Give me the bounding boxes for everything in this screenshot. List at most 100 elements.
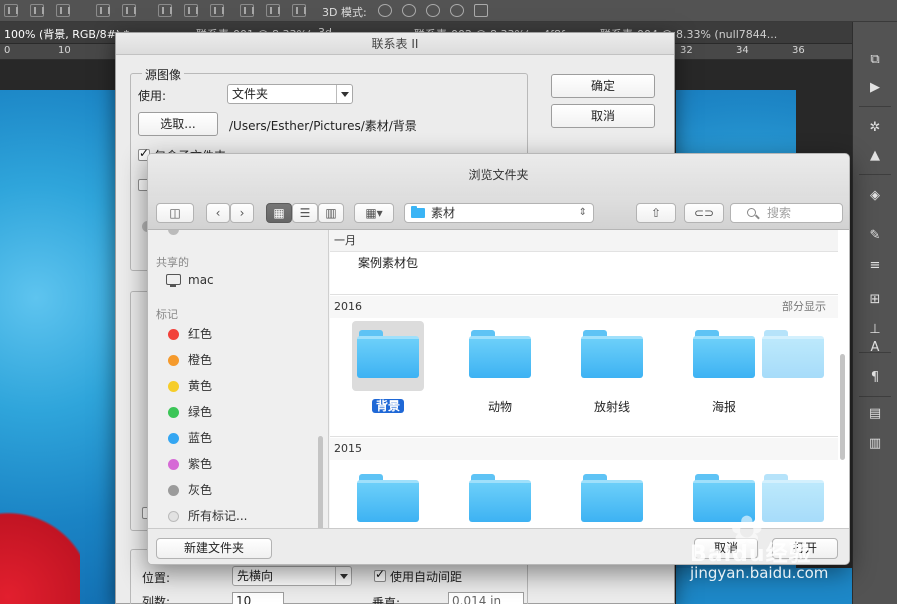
- folder-icon[interactable]: [693, 330, 755, 378]
- browse-folder-dialog: 浏览文件夹 ◫ ‹ › ▦ ☰ ▥ ▦▾ 素材 ⇕ ⇧ ⊂⊃ 搜索 共享的 ma…: [147, 153, 850, 565]
- folder-icon[interactable]: [581, 330, 643, 378]
- sidebar-item-label: 灰色: [188, 483, 213, 497]
- icon-view-icon[interactable]: ▦: [266, 203, 292, 223]
- search-input[interactable]: 搜索: [730, 203, 843, 223]
- distribute-middle-icon[interactable]: [184, 4, 198, 17]
- tag-dot-icon: [168, 511, 179, 522]
- choose-button[interactable]: 选取...: [138, 112, 218, 136]
- sidebar-tag-yellow[interactable]: 黄色: [166, 376, 316, 396]
- sidebar-tag-purple[interactable]: 紫色: [166, 454, 316, 474]
- position-select[interactable]: 先横向: [232, 566, 352, 586]
- vertical-label: 垂直:: [372, 596, 401, 604]
- video-camera-icon[interactable]: [474, 4, 488, 17]
- columns-input[interactable]: 10: [232, 592, 284, 604]
- auto-spacing-checkbox[interactable]: [374, 567, 386, 582]
- browse-title: 浏览文件夹: [148, 154, 849, 196]
- properties-icon[interactable]: ▥: [866, 436, 884, 452]
- drag-3d-icon[interactable]: [426, 4, 440, 17]
- folder-label: 放射线: [593, 400, 630, 414]
- folder-icon[interactable]: [357, 330, 419, 378]
- photo-left-part: [0, 90, 120, 604]
- distribute-top-icon[interactable]: [158, 4, 172, 17]
- adjustments-icon[interactable]: ✲: [866, 120, 884, 136]
- content-scrollbar[interactable]: [840, 354, 845, 460]
- tag-dot-icon: [168, 355, 179, 366]
- align-right-icon[interactable]: [56, 4, 70, 17]
- tag-icon[interactable]: ⊂⊃: [684, 203, 724, 223]
- character-icon[interactable]: A: [866, 340, 884, 356]
- folder-icon[interactable]: [357, 474, 419, 522]
- source-path: /Users/Esther/Pictures/素材/背景: [229, 119, 417, 133]
- ok-button[interactable]: 确定: [551, 74, 655, 98]
- location-popup[interactable]: 素材 ⇕: [404, 203, 594, 223]
- histogram-icon[interactable]: ▲: [866, 148, 884, 164]
- show-less-link[interactable]: 部分显示: [782, 296, 826, 318]
- distribute-bottom-icon[interactable]: [210, 4, 224, 17]
- notes-icon[interactable]: ▤: [866, 406, 884, 422]
- align-middle-icon[interactable]: [122, 4, 136, 17]
- use-select[interactable]: 文件夹: [227, 84, 353, 104]
- folder-icon: [411, 206, 425, 218]
- back-icon[interactable]: ‹: [206, 203, 230, 223]
- sidebar-partial-item: [168, 230, 179, 235]
- sidebar-scrollbar[interactable]: [318, 436, 323, 528]
- align-left-icon[interactable]: [4, 4, 18, 17]
- doc-tab-active[interactable]: 100% (背景, RGB/8#) *: [4, 26, 129, 42]
- list-item[interactable]: 案例素材包: [358, 254, 418, 271]
- new-folder-button[interactable]: 新建文件夹: [156, 538, 272, 559]
- arrange-icon[interactable]: ▦▾: [354, 203, 394, 223]
- auto-align-icon[interactable]: [292, 4, 306, 17]
- 3d-panel-icon[interactable]: ◈: [866, 188, 884, 204]
- sidebar-tag-gray[interactable]: 灰色: [166, 480, 316, 500]
- sidebar-tag-red[interactable]: 红色: [166, 324, 316, 344]
- sidebar-tag-green[interactable]: 绿色: [166, 402, 316, 422]
- dialog-title: 联系表 II: [116, 33, 674, 55]
- tool-presets-icon[interactable]: ⊥: [866, 322, 884, 338]
- align-center-icon[interactable]: [30, 4, 44, 17]
- folder-icon[interactable]: [762, 330, 824, 378]
- watermark: ✿ Baidu经验 jingyan.baidu.com: [690, 508, 850, 598]
- sidebar-item-label: 紫色: [188, 457, 213, 471]
- roll-3d-icon[interactable]: [402, 4, 416, 17]
- sidebar-tag-orange[interactable]: 橙色: [166, 350, 316, 370]
- clone-source-icon[interactable]: ⊞: [866, 292, 884, 308]
- folder-icon[interactable]: [469, 330, 531, 378]
- paragraph-icon[interactable]: ¶: [866, 370, 884, 386]
- search-icon: [747, 208, 756, 217]
- location-value: 素材: [431, 206, 456, 220]
- position-select-value: 先横向: [237, 569, 274, 583]
- sidebar-toggle-icon[interactable]: ◫: [156, 203, 194, 223]
- vertical-input[interactable]: 0.014 in: [448, 592, 524, 604]
- sidebar-tag-blue[interactable]: 蓝色: [166, 428, 316, 448]
- options-toolbar: 3D 模式:: [0, 0, 897, 22]
- shared-heading: 共享的: [156, 256, 189, 269]
- history-icon[interactable]: ⧉: [866, 52, 884, 68]
- rotate-3d-icon[interactable]: [378, 4, 392, 17]
- use-label: 使用:: [138, 89, 167, 103]
- column-view-icon[interactable]: ▥: [318, 203, 344, 223]
- sidebar-item-label: 红色: [188, 327, 213, 341]
- list-view-icon[interactable]: ☰: [292, 203, 318, 223]
- play-actions-icon[interactable]: ▶: [866, 80, 884, 96]
- sidebar-item-mac[interactable]: mac: [166, 270, 316, 290]
- slide-3d-icon[interactable]: [450, 4, 464, 17]
- brush-settings-icon[interactable]: ≡: [866, 258, 884, 274]
- folder-label: 海报: [711, 400, 736, 414]
- sidebar-item-label: mac: [188, 273, 214, 287]
- sidebar-all-tags[interactable]: 所有标记...: [166, 506, 316, 526]
- distribute-left-icon[interactable]: [240, 4, 254, 17]
- ruler-number: 32: [680, 45, 693, 56]
- forward-icon[interactable]: ›: [230, 203, 254, 223]
- folder-icon[interactable]: [469, 474, 531, 522]
- share-icon[interactable]: ⇧: [636, 203, 676, 223]
- sidebar-item-label: 所有标记...: [188, 509, 248, 523]
- folder-icon[interactable]: [581, 474, 643, 522]
- brush-icon[interactable]: ✎: [866, 228, 884, 244]
- distribute-right-icon[interactable]: [266, 4, 280, 17]
- align-top-icon[interactable]: [96, 4, 110, 17]
- tags-heading: 标记: [156, 308, 178, 321]
- cancel-button[interactable]: 取消: [551, 104, 655, 128]
- ruler-number: 0: [4, 45, 11, 56]
- auto-spacing-label: 使用自动间距: [390, 570, 463, 584]
- use-select-value: 文件夹: [232, 87, 269, 101]
